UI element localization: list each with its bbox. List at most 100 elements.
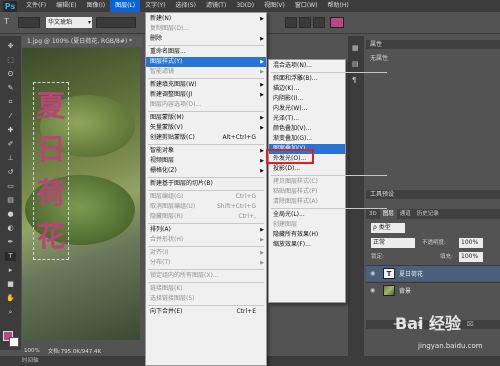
menu-item-17[interactable]: 视频图层 ▶ [146,156,266,166]
font-family-select[interactable]: 华文琥珀 [46,17,92,28]
history-panel-icon[interactable]: ▦ [352,44,359,52]
menu-item-19[interactable]: 隐藏所有效果(H) [269,230,345,240]
menu-file[interactable]: 文件(F) [21,0,51,12]
menu-3d[interactable]: 3D(D) [231,0,259,12]
menu-item-5[interactable]: 内发光(W)... [269,104,345,114]
menu-item-6[interactable]: 光泽(T)... [269,114,345,124]
menu-image[interactable]: 图像(I) [82,0,110,12]
menu-item-20[interactable]: 新建基于图层的切片(B) [146,179,266,189]
orientation-toggle[interactable] [18,17,40,28]
menu-help[interactable]: 帮助(H) [323,0,354,12]
document-tab[interactable]: 1.jpg @ 100% (夏日荷花, RGB/8#) * [22,36,142,47]
menu-item-7[interactable]: 颜色叠加(V)... [269,124,345,134]
layer-row-text[interactable]: ◉ T 夏日荷花 [366,265,500,281]
menu-item-11[interactable]: 投影(D)... [269,164,345,174]
menu-item-0[interactable]: 混合选项(N)... [269,61,345,71]
dodge-tool-icon[interactable]: ◐ [5,224,16,233]
menu-view[interactable]: 视图(V) [259,0,290,12]
menu-item-18[interactable]: 创建图层 [269,220,345,230]
opacity-field[interactable]: 100% [459,238,483,248]
menu-item-2[interactable]: 斜面和浮雕(B)... [269,74,345,84]
healing-tool-icon[interactable]: ✚ [5,126,16,135]
menu-item-1[interactable]: 复制图层(D)... [146,24,266,34]
menu-item-3[interactable]: 描边(K)... [269,84,345,94]
menu-item-4[interactable]: 重命名图层... [146,47,266,57]
menu-item-0[interactable]: 新建(N) ▶ [146,14,266,24]
menu-item-27[interactable]: 合并形状(H) ▶ [146,235,266,245]
trash-icon[interactable]: ⌧ [467,320,474,329]
menu-edit[interactable]: 编辑(E) [51,0,81,12]
zoom-tool-icon[interactable]: ⌕ [5,308,16,317]
menu-item-30[interactable]: 分布(T) ▶ [146,258,266,268]
background-color-swatch[interactable] [9,337,19,347]
eye-icon[interactable]: ◉ [370,270,379,277]
path-select-tool-icon[interactable]: ▸ [5,266,16,275]
menu-item-18[interactable]: 栅格化(Z) ▶ [146,166,266,176]
type-tool-icon[interactable]: T [4,17,14,27]
align-left-icon[interactable] [285,17,297,28]
menu-item-20[interactable]: 缩放效果(F)... [269,240,345,250]
menu-item-16[interactable]: 智能对象 ▶ [146,146,266,156]
menu-item-15[interactable]: 清除图层样式(A) [269,197,345,207]
pen-tool-icon[interactable]: ✒ [5,238,16,247]
menu-item-13[interactable]: 矢量蒙版(V) ▶ [146,123,266,133]
stamp-tool-icon[interactable]: ⊥ [5,154,16,163]
history-brush-tool-icon[interactable]: ↺ [5,168,16,177]
menu-item-13[interactable]: 拷贝图层样式(C) [269,177,345,187]
menu-item-22[interactable]: 图层编组(G) Ctrl+G [146,192,266,202]
text-color-swatch[interactable] [330,17,344,28]
menu-item-8[interactable]: 渐变叠加(G)... [269,134,345,144]
fill-field[interactable]: 100% [459,252,483,262]
crop-tool-icon[interactable]: ⌗ [5,98,16,107]
menu-item-23[interactable]: 取消图层编组(U) Shift+Ctrl+G [146,202,266,212]
tab-layers[interactable]: 图层 [379,209,397,219]
menu-item-29[interactable]: 对齐(I) ▶ [146,248,266,258]
quick-select-tool-icon[interactable]: ✎ [5,84,16,93]
lasso-tool-icon[interactable]: ʘ [5,70,16,79]
hand-tool-icon[interactable]: ✋ [5,294,16,303]
font-style-select[interactable] [96,17,136,28]
menu-item-6[interactable]: 智能滤镜 ▶ [146,67,266,77]
vertical-text-layer[interactable]: 夏 日 荷 花 [33,82,69,260]
menu-item-32[interactable]: 锁定组内的所有图层(X)... [146,271,266,281]
menu-item-34[interactable]: 链接图层(K) [146,284,266,294]
menu-filter[interactable]: 滤镜(T) [201,0,231,12]
menu-item-2[interactable]: 删除 ▶ [146,34,266,44]
menu-item-9[interactable]: 新建调整图层(J) ▶ [146,90,266,100]
align-right-icon[interactable] [313,17,325,28]
menu-item-24[interactable]: 隐藏图层(R) Ctrl+, [146,212,266,222]
tab-channels[interactable]: 通道 [397,209,414,219]
menu-item-10[interactable]: 图层内容选项(O)... [146,100,266,110]
menu-layer[interactable]: 图层(L) [110,0,141,12]
menu-item-14[interactable]: 创建剪贴蒙版(C) Alt+Ctrl+G [146,133,266,143]
menu-select[interactable]: 选择(S) [170,0,201,12]
shape-tool-icon[interactable]: ■ [5,280,16,289]
menu-item-5[interactable]: 图层样式(Y) ▶ [146,57,266,67]
layer-row-background[interactable]: ◉ 背景 [366,282,500,298]
blend-mode-select[interactable]: 正常 [371,238,415,248]
align-center-icon[interactable] [299,17,311,28]
tab-3d[interactable]: 3D [366,209,380,219]
tab-history[interactable]: 历史记录 [414,209,442,219]
gradient-tool-icon[interactable]: ▤ [5,196,16,205]
menu-window[interactable]: 窗口(W) [290,0,323,12]
menu-item-12[interactable]: 图层蒙版(M) ▶ [146,113,266,123]
eyedropper-tool-icon[interactable]: ⁄ [5,112,16,121]
zoom-level[interactable]: 100% [24,348,40,354]
brush-tool-icon[interactable]: ✐ [5,140,16,149]
move-tool-icon[interactable]: ✥ [5,42,16,51]
marquee-tool-icon[interactable]: ⬚ [5,56,16,65]
menu-item-14[interactable]: 粘贴图层样式(P) [269,187,345,197]
menu-item-17[interactable]: 全局光(L)... [269,210,345,220]
eraser-tool-icon[interactable]: ▭ [5,182,16,191]
menu-item-26[interactable]: 排列(A) ▶ [146,225,266,235]
menu-item-35[interactable]: 选择链接图层(S) [146,294,266,304]
swatches-panel-icon[interactable]: ▤ [352,60,359,68]
layer-kind-filter[interactable]: ρ 类型 [371,223,405,233]
paragraph-panel-icon[interactable]: ¶ [352,76,356,84]
menu-item-4[interactable]: 内阴影(I)... [269,94,345,104]
menu-item-37[interactable]: 向下合并(E) Ctrl+E [146,307,266,317]
blur-tool-icon[interactable]: ● [5,210,16,219]
menu-type[interactable]: 文字(Y) [140,0,170,12]
eye-icon[interactable]: ◉ [370,287,379,294]
